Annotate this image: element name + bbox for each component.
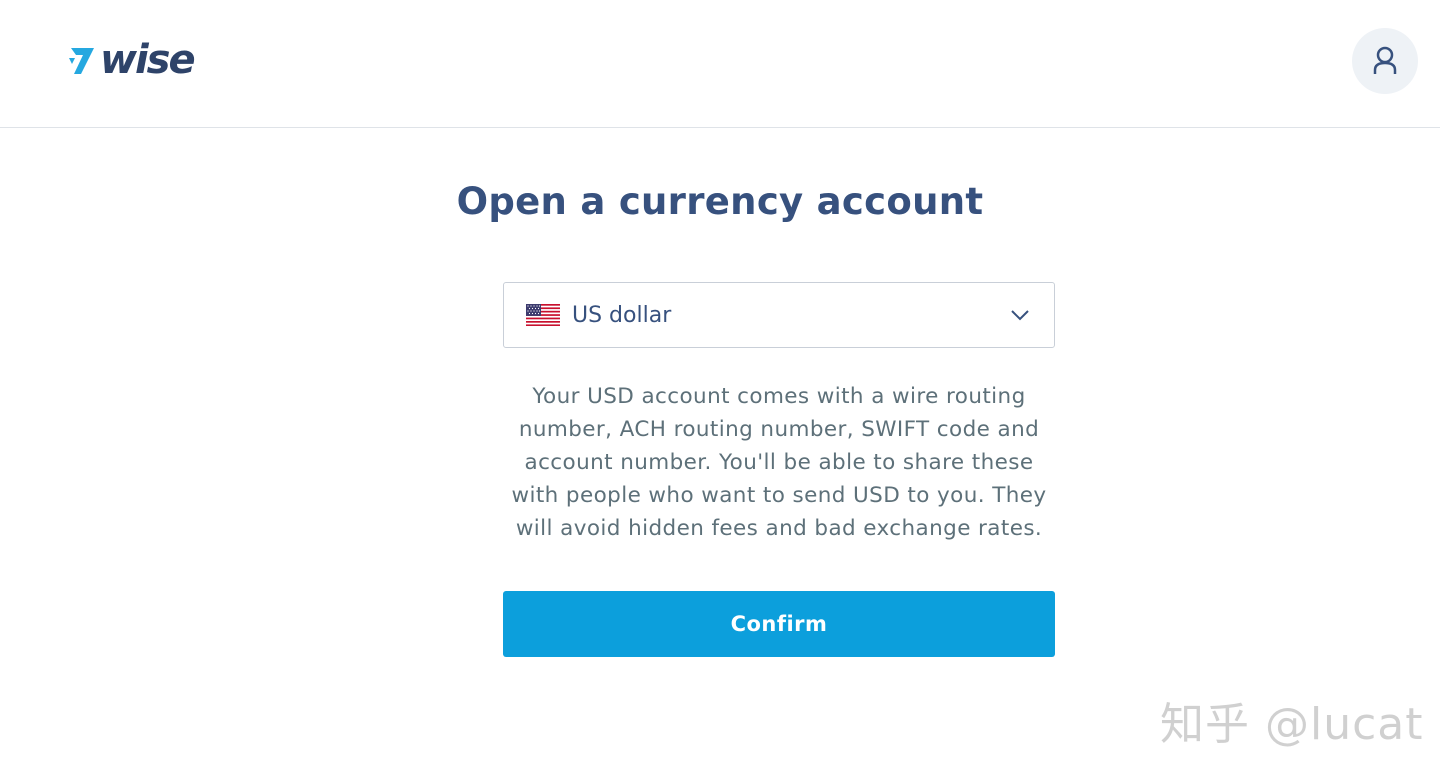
profile-button[interactable]: [1352, 28, 1418, 94]
page-title: Open a currency account: [456, 180, 984, 223]
wise-flag-icon: [69, 48, 94, 74]
watermark: 知乎 @lucat: [1160, 699, 1424, 750]
confirm-button[interactable]: Confirm: [503, 591, 1055, 657]
logo-text: wise: [100, 37, 196, 83]
account-description: Your USD account comes with a wire routi…: [511, 384, 1047, 541]
user-icon: [1373, 46, 1397, 74]
wise-logo[interactable]: wise: [68, 37, 196, 83]
chevron-down-icon: [1011, 310, 1029, 321]
currency-select[interactable]: US dollar: [503, 282, 1055, 348]
top-bar: wise: [0, 0, 1440, 128]
currency-select-value: US dollar: [572, 302, 672, 328]
us-flag-icon: [526, 304, 560, 326]
